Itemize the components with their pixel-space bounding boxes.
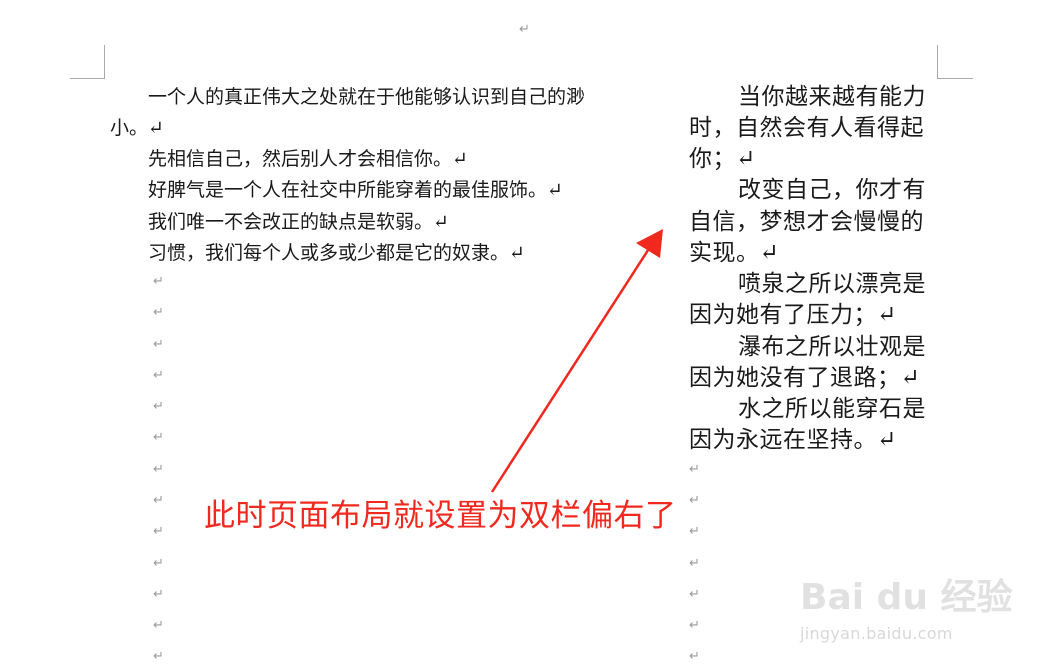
right-line-2[interactable]: 时，自然会有人看得起 [689, 113, 924, 144]
empty-paragraph-mark: ↵ [689, 524, 700, 539]
right-line-8[interactable]: 因为她有了压力；↵ [689, 300, 897, 331]
empty-paragraph-mark: ↵ [153, 556, 164, 571]
empty-paragraph-mark: ↵ [153, 587, 164, 602]
empty-paragraph-mark: ↵ [689, 462, 700, 477]
arrow-shaft [490, 243, 654, 493]
right-line-7[interactable]: 喷泉之所以漂亮是 [738, 269, 926, 300]
empty-paragraph-mark: ↵ [153, 337, 164, 352]
right-line-6[interactable]: 实现。↵ [689, 238, 779, 269]
left-line-3[interactable]: 先相信自己，然后别人才会相信你。↵ [148, 144, 468, 175]
empty-paragraph-mark: ↵ [689, 556, 700, 571]
empty-paragraph-mark: ↵ [689, 649, 700, 664]
right-line-9[interactable]: 瀑布之所以壮观是 [738, 332, 926, 363]
empty-paragraph-mark: ↵ [153, 618, 164, 633]
arrow-head [636, 229, 663, 258]
empty-paragraph-mark: ↵ [153, 399, 164, 414]
crop-mark-top-right-horizontal [937, 78, 973, 79]
left-line-2[interactable]: 小。↵ [110, 113, 164, 144]
crop-mark-top-right-vertical [937, 45, 938, 79]
empty-paragraph-mark: ↵ [689, 618, 700, 633]
right-line-4[interactable]: 改变自己，你才有 [738, 175, 926, 206]
empty-paragraph-mark: ↵ [153, 274, 164, 289]
crop-mark-top-left-vertical [104, 45, 105, 79]
empty-paragraph-mark: ↵ [153, 430, 164, 445]
left-line-5[interactable]: 我们唯一不会改正的缺点是软弱。↵ [148, 207, 449, 238]
empty-paragraph-mark: ↵ [153, 305, 164, 320]
empty-paragraph-mark: ↵ [153, 493, 164, 508]
right-line-12[interactable]: 因为永远在坚持。↵ [689, 425, 897, 456]
empty-paragraph-mark: ↵ [153, 462, 164, 477]
empty-paragraph-mark: ↵ [689, 493, 700, 508]
paragraph-mark: ↵ [519, 22, 530, 37]
right-line-11[interactable]: 水之所以能穿石是 [738, 394, 926, 425]
empty-paragraph-mark: ↵ [153, 524, 164, 539]
left-line-4[interactable]: 好脾气是一个人在社交中所能穿着的最佳服饰。↵ [148, 175, 563, 206]
right-line-1[interactable]: 当你越来越有能力 [738, 82, 926, 113]
empty-paragraph-mark: ↵ [689, 587, 700, 602]
right-line-3[interactable]: 你；↵ [689, 144, 756, 175]
left-line-1[interactable]: 一个人的真正伟大之处就在于他能够认识到自己的渺 [148, 82, 585, 113]
annotation-callout: 此时页面布局就设置为双栏偏右了 [204, 498, 677, 534]
baidu-jingyan-watermark-url: jingyan.baidu.com [800, 624, 953, 643]
right-line-5[interactable]: 自信，梦想才会慢慢的 [689, 207, 924, 238]
baidu-jingyan-watermark-logo: Bai du 经验 [800, 577, 1013, 618]
crop-mark-top-left-horizontal [70, 78, 105, 79]
left-line-6[interactable]: 习惯，我们每个人或多或少都是它的奴隶。↵ [148, 238, 525, 269]
empty-paragraph-mark: ↵ [153, 649, 164, 664]
right-line-10[interactable]: 因为她没有了退路；↵ [689, 363, 920, 394]
empty-paragraph-mark: ↵ [153, 368, 164, 383]
